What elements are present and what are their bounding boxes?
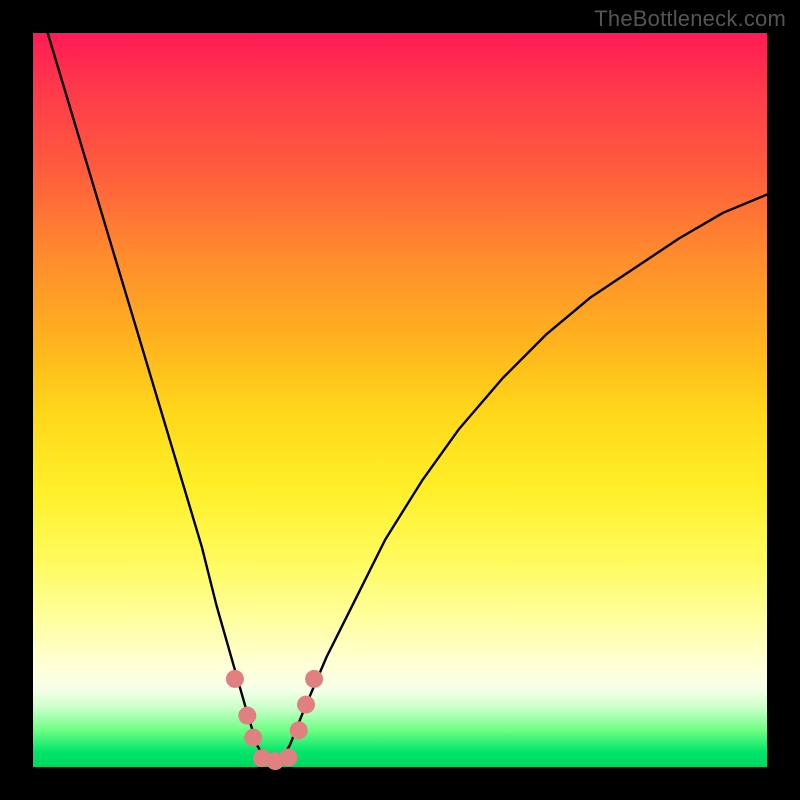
curve-marker (244, 729, 262, 747)
curve-marker (226, 670, 244, 688)
curve-marker (297, 696, 315, 714)
curve-marker (238, 707, 256, 725)
plot-area (33, 33, 767, 767)
curve-marker (290, 721, 308, 739)
chart-frame: TheBottleneck.com (0, 0, 800, 800)
watermark-text: TheBottleneck.com (594, 6, 786, 32)
curve-marker (305, 670, 323, 688)
bottleneck-curve (33, 33, 767, 767)
curve-marker (279, 749, 297, 767)
